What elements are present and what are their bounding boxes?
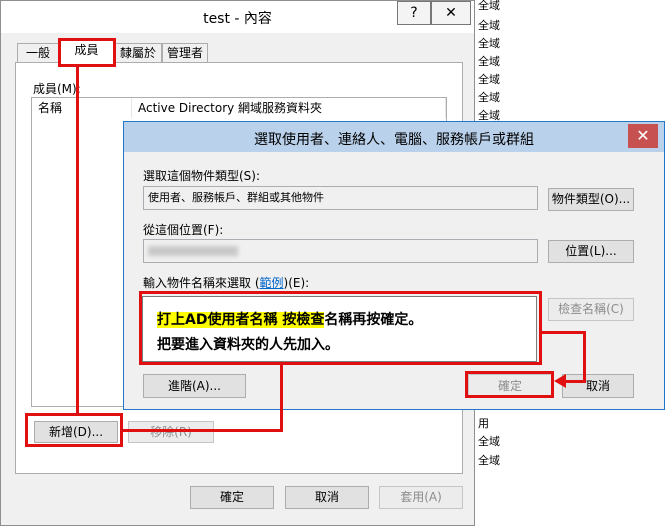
close-button[interactable]: ✕ bbox=[431, 1, 471, 25]
tab-member-of[interactable]: 隸屬於 bbox=[114, 43, 162, 63]
advanced-button[interactable]: 進階(A)... bbox=[143, 374, 246, 398]
examples-link[interactable]: 範例 bbox=[260, 276, 284, 290]
cancel-button[interactable]: 取消 bbox=[285, 486, 369, 509]
check-names-button[interactable]: 檢查名稱(C) bbox=[548, 298, 634, 321]
enter-names-prefix: 輸入物件名稱來選取 ( bbox=[143, 276, 260, 290]
annotation-line-tab-to-add bbox=[76, 67, 79, 414]
apply-button[interactable]: 套用(A) bbox=[379, 486, 463, 509]
annotation-line-input-right bbox=[542, 331, 586, 334]
highlight-box-ok-button bbox=[465, 371, 554, 398]
annotation-line-down bbox=[583, 331, 586, 383]
dialog-close-button[interactable]: ✕ bbox=[628, 124, 658, 148]
highlight-box-names-input bbox=[139, 291, 542, 365]
dialog-cancel-button[interactable]: 取消 bbox=[562, 374, 634, 398]
location-label: 從這個位置(F): bbox=[143, 223, 224, 237]
side-text: 全域 bbox=[478, 55, 500, 68]
side-text: 全域 bbox=[478, 435, 500, 448]
location-field bbox=[143, 239, 538, 263]
highlight-box-members-tab bbox=[58, 38, 116, 67]
side-text: 全域 bbox=[478, 19, 500, 32]
dialog-title-bar: 選取使用者、連絡人、電腦、服務帳戶或群組 ✕ bbox=[124, 122, 664, 152]
title-bar: test - 內容 ? ✕ bbox=[1, 1, 474, 33]
column-header-name[interactable]: 名稱 bbox=[32, 98, 132, 118]
side-text: 全域 bbox=[478, 73, 500, 86]
column-header-folder[interactable]: Active Directory 網域服務資料夾 bbox=[132, 98, 446, 118]
remove-button[interactable]: 移除(R) bbox=[128, 421, 214, 443]
enter-names-suffix: )(E): bbox=[283, 276, 310, 290]
locations-button[interactable]: 位置(L)... bbox=[548, 240, 634, 263]
annotation-line-add-right bbox=[123, 429, 283, 432]
blurred-location bbox=[148, 246, 238, 256]
side-text: 全域 bbox=[478, 91, 500, 104]
side-text: 全域 bbox=[478, 0, 500, 12]
annotation-line-to-ok bbox=[566, 380, 586, 383]
side-text: 用 bbox=[478, 417, 489, 430]
members-label: 成員(M): bbox=[33, 82, 81, 96]
highlight-box-add-button bbox=[25, 413, 123, 447]
ok-button[interactable]: 確定 bbox=[190, 486, 274, 509]
dialog-title: 選取使用者、連絡人、電腦、服務帳戶或群組 bbox=[254, 132, 534, 148]
object-types-label: 選取這個物件類型(S): bbox=[143, 169, 261, 183]
tab-general[interactable]: 一般 bbox=[17, 43, 59, 63]
side-text: 全域 bbox=[478, 454, 500, 467]
enter-names-label: 輸入物件名稱來選取 (範例)(E): bbox=[143, 274, 309, 291]
object-types-field: 使用者、服務帳戶、群組或其他物件 bbox=[143, 186, 538, 210]
tab-managed-by[interactable]: 管理者 bbox=[162, 43, 208, 63]
help-button[interactable]: ? bbox=[397, 1, 431, 25]
object-types-button[interactable]: 物件類型(O)... bbox=[548, 188, 634, 211]
arrowhead-icon bbox=[554, 374, 566, 388]
annotation-line-up-to-input bbox=[280, 365, 283, 432]
side-text: 全域 bbox=[478, 37, 500, 50]
